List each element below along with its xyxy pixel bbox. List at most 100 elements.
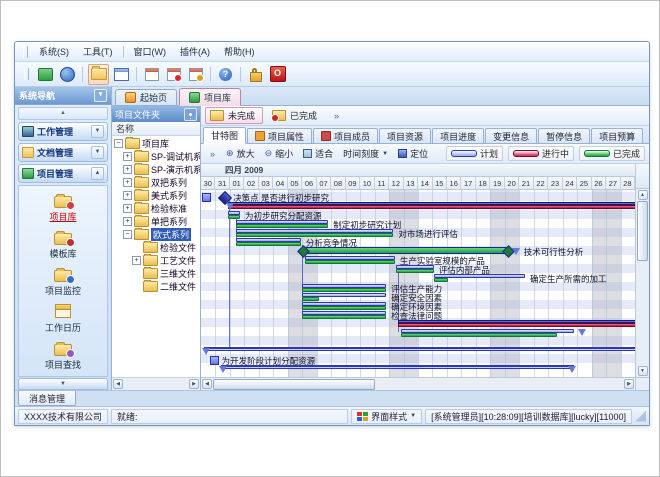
gantt-bar[interactable] xyxy=(236,238,301,247)
tree-expander-icon[interactable]: + xyxy=(123,217,132,226)
detail-tab-5[interactable]: 项目进度 xyxy=(432,128,484,143)
gantt-bar[interactable] xyxy=(302,311,386,320)
vertical-scroll-thumb[interactable] xyxy=(637,201,648,261)
detail-tab-1[interactable]: 甘特图 xyxy=(203,127,246,144)
gantt-vertical-scrollbar[interactable]: ▲ ▼ xyxy=(636,189,649,377)
gantt-bar[interactable] xyxy=(302,293,386,302)
detail-tab-6[interactable]: 变更信息 xyxy=(485,128,537,143)
chevron-down-icon[interactable]: ▼ xyxy=(91,125,104,138)
tree-expander-icon[interactable]: + xyxy=(132,256,141,265)
sidebar-section-projects[interactable]: 项目管理 ▲ xyxy=(18,164,108,183)
fit-button[interactable]: 适合 xyxy=(299,146,337,161)
locate-button[interactable]: 定位 xyxy=(394,146,432,161)
power-icon[interactable]: O xyxy=(268,65,287,84)
folder-icon xyxy=(134,164,149,175)
tree-item[interactable]: 二维文件 xyxy=(112,280,200,293)
gantt-bar[interactable] xyxy=(302,302,386,311)
detail-tab-7[interactable]: 暂停信息 xyxy=(538,128,590,143)
calendar-icon[interactable] xyxy=(142,65,161,84)
tree-item[interactable]: +检验标准 xyxy=(112,202,200,215)
tree-item[interactable]: 三维文件 xyxy=(112,267,200,280)
unfinished-filter-button[interactable]: 未完成 xyxy=(205,107,263,124)
lock-icon[interactable] xyxy=(246,65,265,84)
menu-system[interactable]: 系统(S) xyxy=(32,43,76,60)
zoom-in-button[interactable]: ⊕ 放大 xyxy=(222,146,259,161)
tree-horizontal-scrollbar[interactable]: ◀ ▶ xyxy=(112,377,200,390)
tree-item[interactable]: +SP-调试机系 xyxy=(112,150,200,163)
sidebar-item-template-library[interactable]: 模板库 xyxy=(49,230,76,260)
tab-start-page[interactable]: 起始页 xyxy=(115,89,177,105)
overflow-chevron-icon[interactable]: » xyxy=(329,111,344,121)
sidebar-item-project-library[interactable]: 项目库 xyxy=(49,193,76,223)
window-layout-icon[interactable] xyxy=(112,65,131,84)
globe-icon[interactable] xyxy=(58,65,77,84)
chevron-down-icon[interactable]: ▼ xyxy=(91,146,104,159)
sidebar-item-project-monitor[interactable]: 项目监控 xyxy=(45,267,81,297)
pin-icon[interactable] xyxy=(184,108,197,121)
sidebar-section-work[interactable]: 工作管理 ▼ xyxy=(18,122,108,141)
gantt-bar[interactable] xyxy=(302,284,386,293)
menu-plugins[interactable]: 插件(A) xyxy=(173,43,217,60)
menu-window[interactable]: 窗口(W) xyxy=(127,43,174,60)
folder-icon xyxy=(125,138,140,149)
sidebar-item-work-calendar[interactable]: 工作日历 xyxy=(45,304,81,334)
detail-tab-2[interactable]: 项目属性 xyxy=(247,128,312,143)
gantt-overflow-chevron-icon[interactable]: » xyxy=(205,149,220,159)
gantt-horizontal-scrollbar[interactable]: ◀ ▶ xyxy=(201,377,635,390)
tree-expander-icon[interactable]: + xyxy=(123,165,132,174)
tree-expander-icon[interactable]: + xyxy=(123,152,132,161)
detail-tab-8[interactable]: 项目预算 xyxy=(591,128,643,143)
system-icon[interactable] xyxy=(36,65,55,84)
sidebar-scroll-up-button[interactable]: ▲ xyxy=(18,107,108,120)
menu-help[interactable]: 帮助(H) xyxy=(217,43,262,60)
gantt-bar[interactable] xyxy=(305,256,395,265)
scroll-left-icon[interactable]: ◀ xyxy=(113,379,123,389)
message-management-tab[interactable]: 消息管理 xyxy=(18,391,76,406)
tree-item[interactable]: +美式系列 xyxy=(112,189,200,202)
time-scale-button[interactable]: 时间刻度 ▼ xyxy=(339,146,392,161)
tree-expander-icon[interactable]: + xyxy=(123,191,132,200)
gantt-bar[interactable] xyxy=(228,211,240,220)
scroll-up-icon[interactable]: ▲ xyxy=(638,190,648,200)
tree-expander-icon[interactable]: + xyxy=(123,178,132,187)
scroll-right-icon[interactable]: ▶ xyxy=(624,379,634,389)
menu-tools[interactable]: 工具(T) xyxy=(76,43,120,60)
finished-filter-button[interactable]: 已完成 xyxy=(267,107,325,124)
scroll-right-icon[interactable]: ▶ xyxy=(189,379,199,389)
tree-expander-icon[interactable]: − xyxy=(123,230,132,239)
tree-item[interactable]: −项目库 xyxy=(112,137,200,150)
tree-expander-icon[interactable]: + xyxy=(123,204,132,213)
tree-item[interactable]: +单把系列 xyxy=(112,215,200,228)
sidebar-pin-icon[interactable]: ▾ xyxy=(94,89,107,102)
scroll-left-icon[interactable]: ◀ xyxy=(202,379,212,389)
calendar-edit-icon[interactable] xyxy=(186,65,205,84)
tree-item[interactable]: 检验文件 xyxy=(112,241,200,254)
tab-project-library[interactable]: 项目库 xyxy=(179,88,241,106)
chevron-up-icon[interactable]: ▲ xyxy=(91,167,104,180)
tree-item[interactable]: +双把系列 xyxy=(112,176,200,189)
tree-item[interactable]: +SP-演示机系 xyxy=(112,163,200,176)
sidebar-collapsed-section[interactable]: ▼ xyxy=(18,378,108,390)
folder-icon xyxy=(143,255,158,266)
scroll-down-icon[interactable]: ▼ xyxy=(638,366,648,376)
detail-tab-4[interactable]: 项目资源 xyxy=(379,128,431,143)
tree-item[interactable]: −欧式系列 xyxy=(112,228,200,241)
gantt-plot-area[interactable]: 决策点 是否进行初步研究为初步研究分配资源制定初步研究计划对市场进行评估分析竞争… xyxy=(201,190,635,377)
calendar-alert-icon[interactable] xyxy=(164,65,183,84)
detail-tab-3[interactable]: 项目成员 xyxy=(313,128,378,143)
sidebar-item-project-search[interactable]: 项目查找 xyxy=(45,341,81,371)
horizontal-scroll-thumb[interactable] xyxy=(213,379,375,390)
folder-open-icon[interactable] xyxy=(88,64,109,85)
interface-style-button[interactable]: 界面样式 ▼ xyxy=(351,409,422,424)
resize-grip[interactable] xyxy=(635,411,646,422)
milestone-square[interactable] xyxy=(210,356,219,365)
legend-item: 进行中 xyxy=(508,146,574,161)
tree-item[interactable]: +工艺文件 xyxy=(112,254,200,267)
tree-expander-icon[interactable]: − xyxy=(114,139,123,148)
sidebar-section-documents[interactable]: 文档管理 ▼ xyxy=(18,143,108,162)
gantt-bar[interactable] xyxy=(401,329,575,338)
tree-column-header[interactable]: 名称 xyxy=(112,122,200,136)
zoom-out-button[interactable]: ⊖ 缩小 xyxy=(261,146,298,161)
milestone-square[interactable] xyxy=(202,193,211,202)
help-icon[interactable]: ? xyxy=(216,65,235,84)
